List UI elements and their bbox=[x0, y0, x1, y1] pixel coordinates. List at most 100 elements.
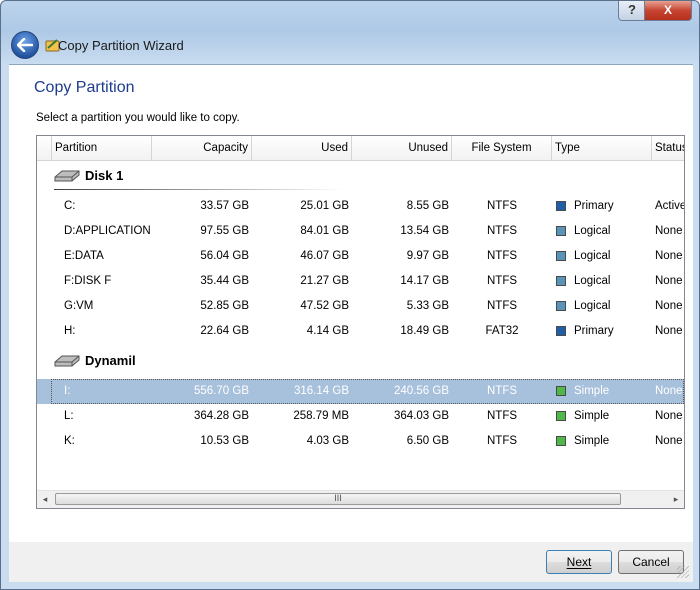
partition-capacity: 22.64 GB bbox=[200, 325, 249, 337]
cancel-button[interactable]: Cancel bbox=[618, 550, 684, 574]
partition-status: None bbox=[655, 300, 683, 312]
partition-type-swatch bbox=[556, 226, 566, 236]
partition-capacity: 33.57 GB bbox=[200, 200, 249, 212]
partition-type: Primary bbox=[574, 200, 614, 212]
partition-capacity: 556.70 GB bbox=[194, 385, 249, 397]
disk-label: Disk 1 bbox=[85, 168, 124, 183]
partition-type-swatch bbox=[556, 251, 566, 261]
partition-unused: 13.54 GB bbox=[400, 225, 449, 237]
partition-row[interactable]: D:APPLICATION 97.55 GB 84.01 GB 13.54 GB… bbox=[37, 219, 684, 244]
page-title: Copy Partition bbox=[34, 79, 135, 96]
partition-file-system: NTFS bbox=[486, 410, 518, 422]
partition-status: None bbox=[655, 410, 683, 422]
horizontal-scrollbar[interactable]: ◂ III ▸ bbox=[37, 490, 684, 508]
partition-type: Logical bbox=[574, 300, 611, 312]
partition-capacity: 364.28 GB bbox=[194, 410, 249, 422]
partition-unused: 14.17 GB bbox=[400, 275, 449, 287]
partition-row[interactable]: K: 10.53 GB 4.03 GB 6.50 GB NTFS Simple … bbox=[37, 429, 684, 454]
partition-name: C: bbox=[64, 200, 76, 212]
partition-used: 316.14 GB bbox=[294, 385, 349, 397]
partition-type-swatch bbox=[556, 276, 566, 286]
close-button[interactable]: X bbox=[644, 1, 692, 21]
scroll-right-icon[interactable]: ▸ bbox=[671, 494, 681, 504]
partition-file-system: NTFS bbox=[486, 225, 518, 237]
partition-type-swatch bbox=[556, 301, 566, 311]
disk-label: Dynamil bbox=[85, 353, 136, 368]
partition-type: Logical bbox=[574, 275, 611, 287]
partition-used: 47.52 GB bbox=[300, 300, 349, 312]
partition-capacity: 56.04 GB bbox=[200, 250, 249, 262]
partition-capacity: 52.85 GB bbox=[200, 300, 249, 312]
partition-used: 25.01 GB bbox=[300, 200, 349, 212]
partition-unused: 6.50 GB bbox=[406, 435, 449, 447]
col-header-capacity[interactable]: Capacity bbox=[152, 136, 252, 160]
partition-status: None bbox=[655, 325, 683, 337]
resize-grip-icon[interactable] bbox=[677, 566, 689, 578]
partition-row[interactable]: E:DATA 56.04 GB 46.07 GB 9.97 GB NTFS Lo… bbox=[37, 244, 684, 269]
partition-type-swatch bbox=[556, 386, 566, 396]
help-button[interactable]: ? bbox=[618, 1, 646, 21]
partition-name: K: bbox=[64, 435, 75, 447]
partition-unused: 364.03 GB bbox=[394, 410, 449, 422]
partition-used: 21.27 GB bbox=[300, 275, 349, 287]
partition-file-system: NTFS bbox=[486, 300, 518, 312]
scroll-thumb[interactable]: III bbox=[55, 493, 621, 505]
scroll-left-icon[interactable]: ◂ bbox=[40, 494, 50, 504]
partition-status: None bbox=[655, 275, 683, 287]
back-button[interactable] bbox=[11, 31, 39, 59]
next-button-label: Next bbox=[566, 555, 592, 569]
next-button[interactable]: Next bbox=[546, 550, 612, 574]
partition-unused: 9.97 GB bbox=[406, 250, 449, 262]
partition-file-system: NTFS bbox=[486, 385, 518, 397]
partition-used: 46.07 GB bbox=[300, 250, 349, 262]
partition-status: Active bbox=[655, 200, 685, 212]
partition-row[interactable]: H: 22.64 GB 4.14 GB 18.49 GB FAT32 Prima… bbox=[37, 319, 684, 344]
partition-row-selected[interactable]: I: 556.70 GB 316.14 GB 240.56 GB NTFS Si… bbox=[37, 379, 684, 404]
partition-type-swatch bbox=[556, 201, 566, 211]
help-icon: ? bbox=[628, 2, 636, 17]
partition-type-swatch bbox=[556, 326, 566, 336]
hard-disk-icon bbox=[54, 355, 80, 367]
partition-capacity: 97.55 GB bbox=[200, 225, 249, 237]
wizard-window: ? X Copy Partition Wizard Copy Partition… bbox=[0, 0, 700, 590]
partition-list[interactable]: Partition Capacity Used Unused File Syst… bbox=[36, 135, 685, 509]
disk-group-header: Dynamil bbox=[37, 349, 684, 374]
partition-name: H: bbox=[64, 325, 76, 337]
partition-unused: 5.33 GB bbox=[406, 300, 449, 312]
partition-name: I: bbox=[64, 385, 71, 397]
partition-file-system: FAT32 bbox=[485, 325, 519, 337]
partition-unused: 240.56 GB bbox=[394, 385, 449, 397]
col-header-partition[interactable]: Partition bbox=[52, 136, 152, 160]
partition-type-swatch bbox=[556, 436, 566, 446]
partition-used: 258.79 MB bbox=[293, 410, 349, 422]
partition-row[interactable]: F:DISK F 35.44 GB 21.27 GB 14.17 GB NTFS… bbox=[37, 269, 684, 294]
partition-used: 4.14 GB bbox=[306, 325, 349, 337]
partition-row[interactable]: G:VM 52.85 GB 47.52 GB 5.33 GB NTFS Logi… bbox=[37, 294, 684, 319]
partition-type: Logical bbox=[574, 225, 611, 237]
column-header-row: Partition Capacity Used Unused File Syst… bbox=[37, 136, 684, 161]
partition-type: Simple bbox=[574, 435, 610, 447]
col-header-type[interactable]: Type bbox=[552, 136, 652, 160]
partition-used: 4.03 GB bbox=[306, 435, 349, 447]
col-header-status[interactable]: Status bbox=[652, 136, 684, 160]
col-header-used[interactable]: Used bbox=[252, 136, 352, 160]
partition-name: L: bbox=[64, 410, 74, 422]
disk-divider bbox=[54, 189, 344, 190]
wizard-footer: Next Cancel bbox=[9, 542, 693, 582]
partition-unused: 18.49 GB bbox=[400, 325, 449, 337]
partition-type: Logical bbox=[574, 250, 611, 262]
header-spacer bbox=[37, 136, 52, 160]
col-header-file-system[interactable]: File System bbox=[452, 136, 552, 160]
partition-name: D:APPLICATION bbox=[64, 225, 151, 237]
partition-row[interactable]: L: 364.28 GB 258.79 MB 364.03 GB NTFS Si… bbox=[37, 404, 684, 429]
partition-capacity: 35.44 GB bbox=[200, 275, 249, 287]
window-title: Copy Partition Wizard bbox=[58, 38, 184, 53]
partition-file-system: NTFS bbox=[486, 275, 518, 287]
partition-unused: 8.55 GB bbox=[406, 200, 449, 212]
col-header-unused[interactable]: Unused bbox=[352, 136, 452, 160]
partition-status: None bbox=[655, 250, 683, 262]
partition-status: None bbox=[655, 385, 683, 397]
instruction-text: Select a partition you would like to cop… bbox=[36, 112, 240, 124]
partition-row[interactable]: C: 33.57 GB 25.01 GB 8.55 GB NTFS Primar… bbox=[37, 194, 684, 219]
back-arrow-icon bbox=[17, 38, 33, 52]
